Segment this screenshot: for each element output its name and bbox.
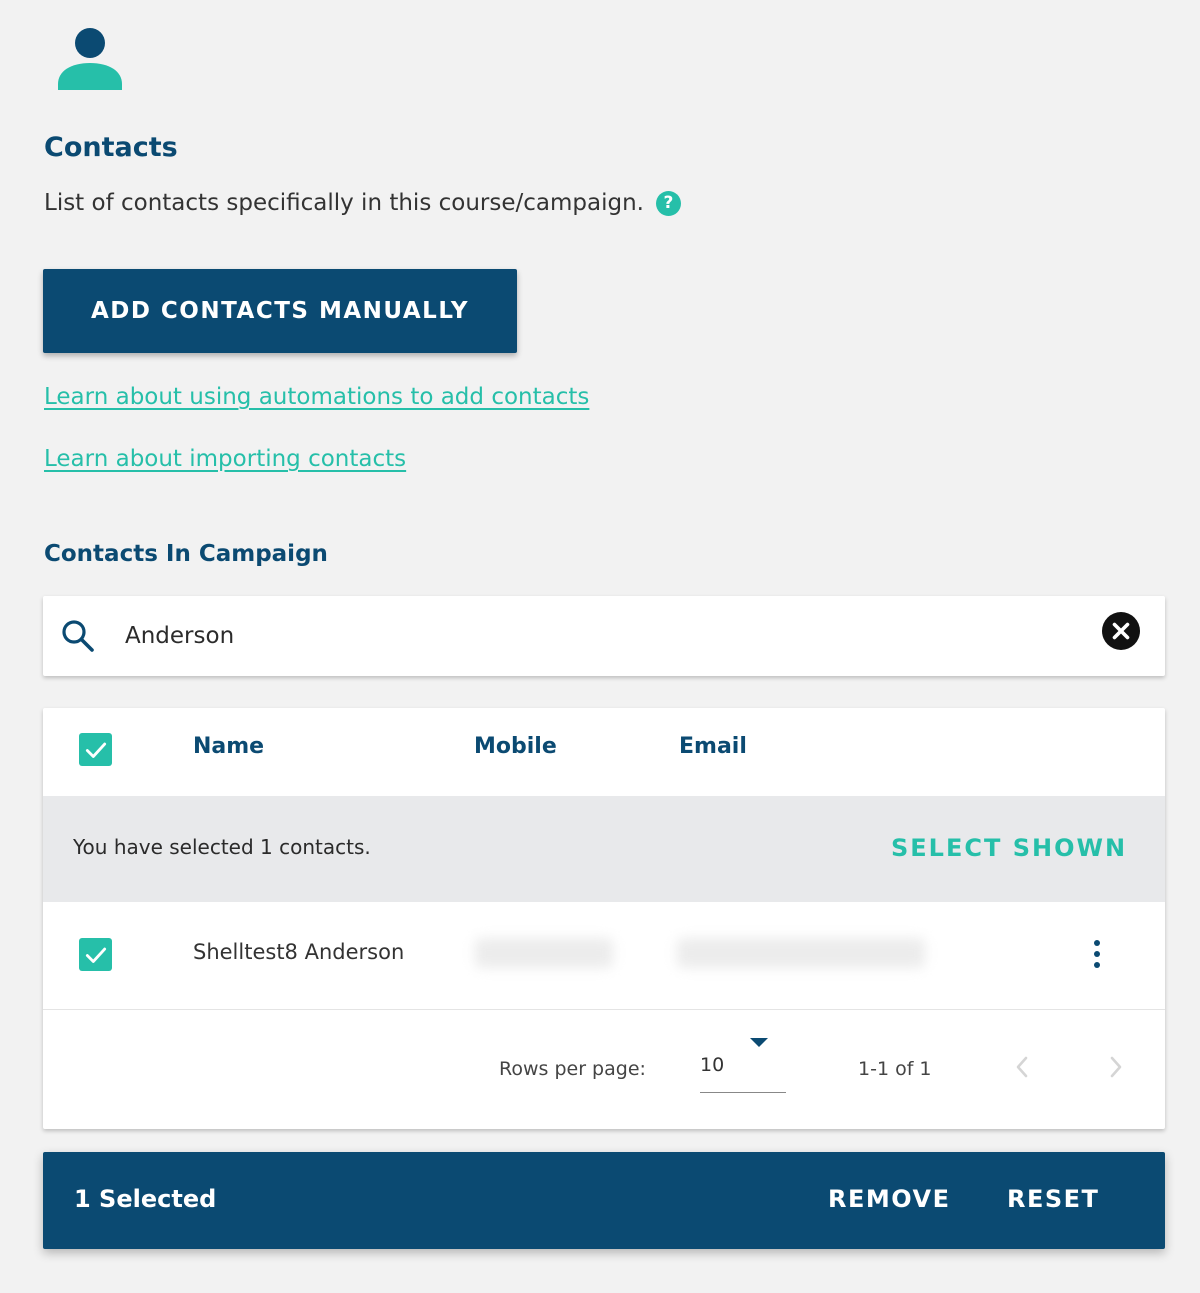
column-header-mobile[interactable]: Mobile [474,734,557,759]
contact-mobile-redacted [475,938,613,968]
help-icon[interactable]: ? [655,190,681,216]
column-header-email[interactable]: Email [679,734,747,759]
search-input[interactable] [125,614,1065,658]
more-options-icon[interactable] [1085,934,1109,974]
column-header-name[interactable]: Name [193,734,264,759]
contacts-table: Name Mobile Email You have selected 1 co… [43,708,1165,1129]
rows-per-page-label: Rows per page: [499,1058,646,1080]
page-description: List of contacts specifically in this co… [44,190,681,216]
selection-action-bar: 1 Selected REMOVE RESET [43,1152,1165,1249]
chevron-left-icon[interactable] [1009,1052,1035,1082]
select-all-checkbox[interactable] [79,733,112,766]
row-checkbox[interactable] [79,938,112,971]
selected-count: 1 Selected [74,1185,217,1213]
caret-down-icon [750,1038,768,1047]
contact-email-redacted [677,938,925,968]
selection-banner: You have selected 1 contacts. SELECT SHO… [43,796,1165,902]
selection-banner-text: You have selected 1 contacts. [73,835,371,859]
search-icon [62,620,94,652]
pagination-range: 1-1 of 1 [858,1058,932,1080]
pagination: Rows per page: 10 1-1 of 1 [43,1010,1165,1129]
table-row[interactable]: Shelltest8 Anderson [43,902,1165,1010]
contact-name: Shelltest8 Anderson [193,940,405,964]
rows-per-page-select[interactable]: 10 [700,1038,786,1093]
check-icon [85,947,106,963]
close-icon[interactable] [1102,612,1140,650]
section-title: Contacts In Campaign [44,541,328,567]
chevron-right-icon[interactable] [1103,1052,1129,1082]
remove-button[interactable]: REMOVE [828,1185,950,1213]
select-shown-button[interactable]: SELECT SHOWN [891,834,1127,862]
rows-per-page-value: 10 [700,1054,725,1076]
check-icon [85,742,106,758]
page-title: Contacts [44,132,178,163]
person-icon [58,28,122,90]
reset-button[interactable]: RESET [1007,1185,1099,1213]
search-box [43,596,1165,676]
add-contacts-manually-button[interactable]: ADD CONTACTS MANUALLY [43,269,517,353]
description-text: List of contacts specifically in this co… [44,190,644,216]
learn-automations-link[interactable]: Learn about using automations to add con… [44,384,589,410]
learn-importing-link[interactable]: Learn about importing contacts [44,446,406,472]
